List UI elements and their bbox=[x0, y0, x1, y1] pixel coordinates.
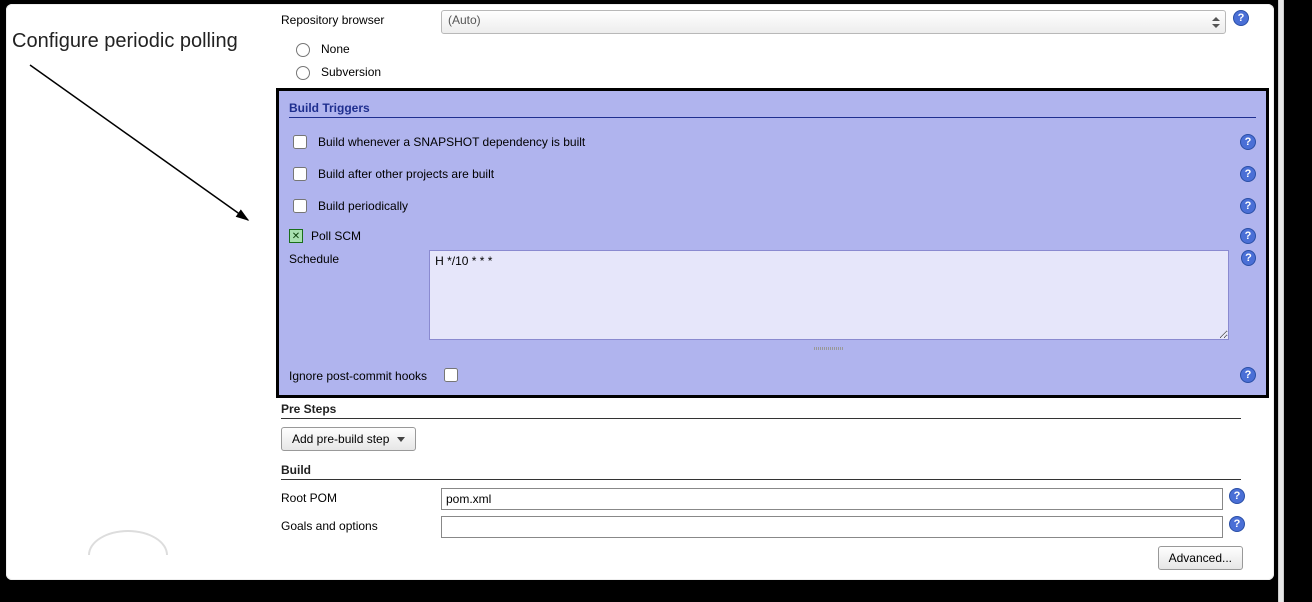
goals-input[interactable] bbox=[441, 516, 1223, 538]
help-icon[interactable]: ? bbox=[1229, 488, 1245, 504]
pre-steps-title: Pre Steps bbox=[281, 402, 1241, 419]
help-icon[interactable]: ? bbox=[1241, 250, 1256, 266]
trigger-pollscm-row: ✕ Poll SCM ? bbox=[289, 222, 1256, 250]
chevron-down-icon bbox=[397, 437, 405, 442]
help-icon[interactable]: ? bbox=[1240, 228, 1256, 244]
select-spinner-icon bbox=[1209, 13, 1223, 31]
ignore-hooks-row: Ignore post-commit hooks ? bbox=[289, 365, 1256, 385]
repo-browser-row: Repository browser (Auto) ? bbox=[281, 10, 1249, 34]
trigger-periodic-label: Build periodically bbox=[318, 199, 1226, 213]
goals-label: Goals and options bbox=[281, 516, 441, 533]
add-pre-build-step-button[interactable]: Add pre-build step bbox=[281, 427, 416, 451]
trigger-snapshot-label: Build whenever a SNAPSHOT dependency is … bbox=[318, 135, 1226, 149]
trigger-snapshot-checkbox[interactable] bbox=[293, 135, 307, 149]
scm-radio-svn-label: Subversion bbox=[321, 65, 381, 79]
advanced-button[interactable]: Advanced... bbox=[1158, 546, 1243, 570]
trigger-pollscm-label: Poll SCM bbox=[311, 229, 1226, 243]
scm-radio-svn-row: Subversion bbox=[291, 63, 1249, 80]
schedule-label: Schedule bbox=[289, 250, 423, 266]
trigger-snapshot-row: Build whenever a SNAPSHOT dependency is … bbox=[289, 126, 1256, 158]
add-pre-build-step-label: Add pre-build step bbox=[292, 432, 389, 446]
trigger-after-row: Build after other projects are built ? bbox=[289, 158, 1256, 190]
build-triggers-title: Build Triggers bbox=[289, 101, 1256, 118]
ignore-hooks-checkbox[interactable] bbox=[444, 368, 458, 382]
help-icon[interactable]: ? bbox=[1240, 166, 1256, 182]
ignore-hooks-label: Ignore post-commit hooks bbox=[289, 367, 434, 383]
help-icon[interactable]: ? bbox=[1240, 198, 1256, 214]
trigger-pollscm-checkbox[interactable]: ✕ bbox=[289, 229, 303, 243]
build-title: Build bbox=[281, 463, 1241, 480]
resize-grip-icon[interactable] bbox=[429, 345, 1229, 351]
scm-radio-none-label: None bbox=[321, 42, 350, 56]
trigger-periodic-checkbox[interactable] bbox=[293, 199, 307, 213]
decorative-curve bbox=[88, 530, 168, 580]
help-icon[interactable]: ? bbox=[1233, 10, 1249, 26]
advanced-row: Advanced... bbox=[281, 546, 1243, 570]
repo-browser-label: Repository browser bbox=[281, 10, 441, 27]
annotation-text: Configure periodic polling bbox=[12, 30, 238, 53]
scrollbar[interactable] bbox=[1278, 0, 1284, 602]
help-icon[interactable]: ? bbox=[1240, 134, 1256, 150]
help-icon[interactable]: ? bbox=[1229, 516, 1245, 532]
scm-radio-svn[interactable] bbox=[296, 66, 310, 80]
advanced-button-label: Advanced... bbox=[1169, 551, 1232, 565]
repo-browser-select[interactable]: (Auto) bbox=[441, 10, 1226, 34]
goals-row: Goals and options ? bbox=[281, 516, 1249, 538]
scm-radio-none[interactable] bbox=[296, 43, 310, 57]
help-icon[interactable]: ? bbox=[1240, 367, 1256, 383]
trigger-after-checkbox[interactable] bbox=[293, 167, 307, 181]
root-pom-row: Root POM ? bbox=[281, 488, 1249, 510]
schedule-textarea[interactable] bbox=[429, 250, 1229, 340]
build-triggers-section: Build Triggers Build whenever a SNAPSHOT… bbox=[276, 88, 1269, 398]
config-form: Repository browser (Auto) ? None bbox=[281, 10, 1249, 570]
trigger-periodic-row: Build periodically ? bbox=[289, 190, 1256, 222]
trigger-after-label: Build after other projects are built bbox=[318, 167, 1226, 181]
root-pom-input[interactable] bbox=[441, 488, 1223, 510]
root-pom-label: Root POM bbox=[281, 488, 441, 505]
scm-radio-none-row: None bbox=[291, 40, 1249, 57]
schedule-row: Schedule ? bbox=[289, 250, 1256, 351]
repo-browser-value: (Auto) bbox=[448, 13, 481, 27]
